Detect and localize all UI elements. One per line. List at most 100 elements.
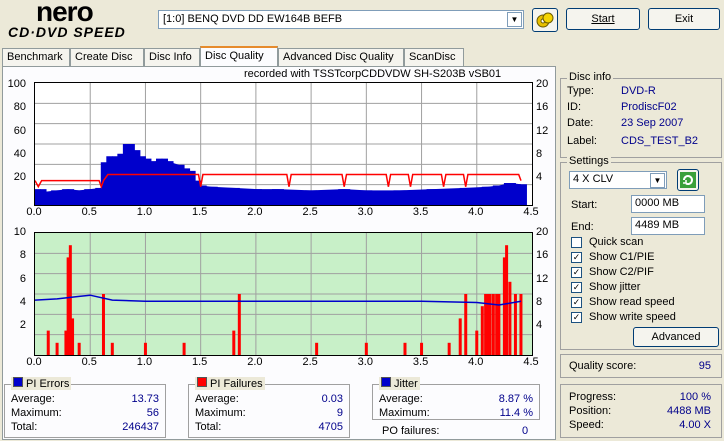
pie-total-label: Total: [11, 421, 38, 433]
x-tick: 3.0 [357, 356, 373, 368]
pi-failure-bar [143, 342, 147, 355]
quality-score-box: Quality score: 95 [560, 354, 722, 378]
x-tick: 2.0 [247, 206, 263, 218]
pif-avg-value: 0.03 [321, 393, 343, 405]
disc-date-label: Date: [567, 117, 594, 129]
pi-failure-bar [182, 342, 186, 355]
pi-errors-title: PI Errors [26, 378, 70, 390]
pie-max-value: 56 [146, 407, 159, 419]
x-tick: 4.5 [523, 356, 539, 368]
po-failures-label: PO failures: [382, 425, 440, 437]
y2-tick: 8 [536, 148, 543, 160]
pi-failure-bar [232, 330, 236, 355]
x-tick: 2.5 [302, 206, 318, 218]
x-tick: 1.5 [192, 356, 208, 368]
quick-scan-label: Quick scan [589, 236, 644, 248]
pie-avg-label: Average: [11, 393, 55, 405]
speed-select-value: 4 X CLV [573, 173, 614, 185]
show-c2-pif-label: Show C2/PIF [589, 266, 654, 278]
disc-id-value: ProdiscF02 [621, 101, 677, 113]
show-c1-pie-checkbox[interactable]: ✓ [571, 252, 582, 263]
pie-total-value: 246437 [122, 421, 159, 433]
pi-failures-chart: 10 8 6 4 2 20 16 12 8 4 0.0 0.5 1.0 1.5 2.0 2… [0, 222, 560, 372]
x-tick: 1.0 [136, 206, 153, 218]
pi-failure-bar [519, 294, 523, 355]
tab-create-disc[interactable]: Create Disc [70, 48, 144, 66]
quick-scan-checkbox[interactable] [571, 237, 582, 248]
pi-errors-svg [29, 83, 532, 205]
speed-value: 4.00 X [679, 419, 711, 431]
position-value: 4488 MB [666, 405, 711, 417]
y-tick: 40 [13, 148, 26, 160]
pi-failure-bar [55, 342, 59, 355]
po-failures-value: 0 [522, 425, 529, 437]
progress-box: Progress: 100 % Position: 4488 MB Speed:… [560, 384, 722, 438]
end-field[interactable]: 4489 MB [631, 217, 705, 235]
y-tick: 20 [13, 171, 26, 183]
tab-scandisc[interactable]: ScanDisc [404, 48, 464, 66]
y-tick: 10 [13, 226, 26, 238]
disc-icon [536, 12, 554, 28]
y2-tick: 4 [536, 319, 543, 331]
show-read-speed-checkbox[interactable]: ✓ [571, 297, 582, 308]
pi-failure-bar [71, 318, 75, 355]
x-tick: 3.5 [412, 206, 429, 218]
pi-errors-swatch [13, 377, 23, 387]
pi-failure-bar [497, 294, 501, 355]
pi-failure-bar [46, 330, 50, 355]
pi-failures-stats: PI Failures Average: 0.03 Maximum: 9 Tot… [188, 377, 350, 438]
x-tick: 0.5 [81, 206, 97, 218]
chevron-down-icon[interactable]: ▼ [650, 173, 665, 188]
refresh-button[interactable] [677, 169, 699, 191]
speed-select[interactable]: 4 X CLV ▼ [569, 171, 667, 189]
pi-failure-bar [464, 294, 468, 355]
y-tick: 100 [7, 78, 26, 90]
x-tick: 3.0 [357, 206, 373, 218]
tab-disc-quality[interactable]: Disc Quality [200, 46, 278, 67]
show-c2-pif-checkbox[interactable]: ✓ [571, 267, 582, 278]
tab-disc-info[interactable]: Disc Info [144, 48, 200, 66]
exit-button[interactable]: Exit [648, 8, 720, 30]
jitter-title: Jitter [394, 378, 418, 390]
pi-errors-stats: PI Errors Average: 13.73 Maximum: 56 Tot… [4, 377, 166, 438]
jitter-avg-label: Average: [379, 393, 423, 405]
advanced-button[interactable]: Advanced [633, 327, 719, 347]
pi-failure-bar [364, 342, 368, 355]
drive-select-value: [1:0] BENQ DVD DD EW164B BEFB [163, 13, 343, 25]
pi-failures-swatch [197, 377, 207, 387]
settings-title: Settings [567, 155, 611, 167]
show-jitter-checkbox[interactable]: ✓ [571, 282, 582, 293]
y-tick: 2 [19, 319, 26, 331]
pi-errors-plot [29, 82, 533, 206]
show-write-speed-checkbox[interactable]: ✓ [571, 312, 582, 323]
disc-info-group: Disc info Type: DVD-R ID: ProdiscF02 Dat… [560, 71, 722, 158]
x-tick: 2.5 [302, 356, 318, 368]
pi-failure-bar [447, 342, 451, 355]
y2-tick: 16 [536, 249, 549, 261]
chevron-down-icon[interactable]: ▼ [507, 12, 522, 27]
progress-value: 100 % [679, 391, 711, 403]
start-field[interactable]: 0000 MB [631, 195, 705, 213]
pi-failures-plot [34, 232, 533, 356]
show-read-speed-label: Show read speed [589, 296, 675, 308]
drive-select[interactable]: [1:0] BENQ DVD DD EW164B BEFB ▼ [158, 10, 524, 29]
pif-avg-label: Average: [195, 393, 239, 405]
progress-label: Progress: [569, 391, 617, 403]
drive-info-button[interactable] [532, 8, 558, 32]
jitter-stats: Jitter Average: 8.87 % Maximum: 11.4 % [372, 377, 540, 420]
pi-failure-bar [475, 330, 479, 355]
jitter-avg-value: 8.87 % [498, 393, 533, 405]
end-label: End: [571, 221, 594, 233]
x-tick: 0.0 [26, 356, 42, 368]
tab-benchmark[interactable]: Benchmark [2, 48, 70, 66]
x-tick: 0.5 [81, 356, 97, 368]
pi-failure-bar [508, 281, 512, 355]
y2-tick: 16 [536, 101, 549, 113]
disc-id-label: ID: [567, 101, 582, 113]
start-button[interactable]: Start [566, 8, 640, 30]
tab-advanced-disc-quality[interactable]: Advanced Disc Quality [278, 48, 404, 66]
y-tick: 4 [19, 296, 26, 308]
show-jitter-label: Show jitter [589, 281, 641, 293]
disc-date-value: 23 Sep 2007 [621, 117, 684, 129]
y2-tick: 12 [536, 273, 549, 285]
